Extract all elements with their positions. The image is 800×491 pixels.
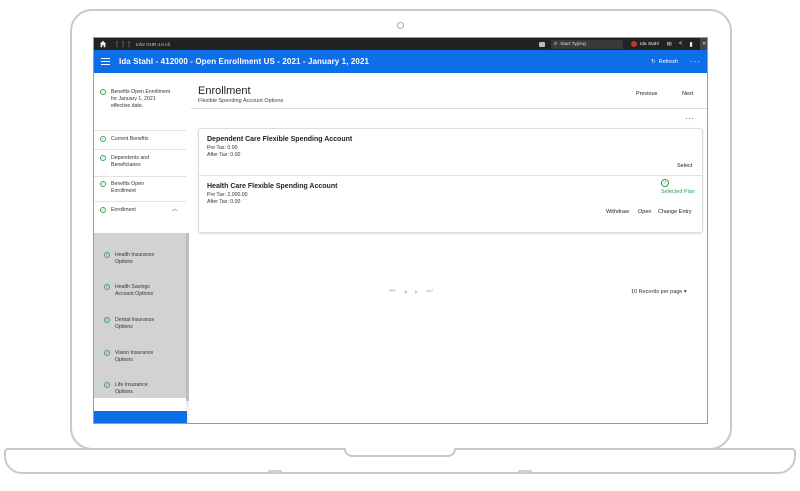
page-title: Enrollment [198,85,251,97]
previous-page-icon[interactable]: ◂ [403,288,407,296]
account-pre-tax: Pre Tax: 2,000.00 [207,192,248,198]
camera [397,22,404,29]
bookmark-box-icon[interactable] [538,41,545,47]
sidebar-item-open-enrollment[interactable]: ✓ Benefits Open Enrollment [94,181,186,195]
account-title: Dependent Care Flexible Spending Account [207,136,353,143]
sidebar-item-intro[interactable]: ✓ Benefits Open Enrollment for January 1… [94,89,186,110]
app-title: Infor GHR 4.0 All [136,41,170,47]
check-icon: ✓ [104,382,110,388]
sidebar-item-label: Benefits Open Enrollment [111,181,144,194]
page-subtitle: Flexible Spending Account Options [198,98,284,104]
refresh-button[interactable]: ↻ Refresh [651,59,678,65]
selected-check-icon: ✓ [661,179,669,187]
accounts-card: Dependent Care Flexible Spending Account… [198,128,703,233]
records-per-page-label: 10 Records per page [631,289,683,295]
app-screen: ⋮⋮⋮ Infor GHR 4.0 All ⌕ Start Typing Ida… [93,37,708,424]
sidebar-item-enrollment[interactable]: ✓ Enrollment ︿ [94,207,186,214]
sidebar-item-label: Vision Insurance Options [115,350,154,363]
next-button[interactable]: Next [682,91,693,97]
refresh-label: Refresh [658,58,678,65]
sidebar-item-label: Benefits Open Enrollment for January 1, … [111,89,171,109]
divider [199,175,702,176]
search-input[interactable]: ⌕ Start Typing [550,39,623,49]
laptop-notch [344,448,456,457]
caret-down-icon: ▾ [683,289,687,295]
main-content: Enrollment Flexible Spending Account Opt… [191,73,707,423]
hamburger-menu-icon[interactable] [101,58,110,65]
account-after-tax: After Tax: 0.00 [207,152,241,158]
sidebar-item-life[interactable]: ✓ Life Insurance Options [94,382,187,396]
sidebar-item-dental[interactable]: ✓ Dental Insurance Options [94,317,187,331]
first-page-icon[interactable]: ⏮ [389,288,395,296]
account-after-tax: After Tax: 0.00 [207,199,241,205]
divider [94,176,186,177]
check-icon: ✓ [104,350,110,356]
sidebar-item-health-insurance[interactable]: ✓ Health Insurance Options [94,252,187,266]
sidebar-item-label: Dental Insurance Options [115,317,155,330]
avatar[interactable] [630,41,637,47]
divider [94,130,186,131]
check-icon: ✓ [100,207,106,213]
records-per-page-select[interactable]: 10 Records per page ▾ [631,289,687,295]
home-icon[interactable] [99,40,107,48]
select-button[interactable]: Select [677,163,692,169]
mail-icon[interactable]: ✉ [667,41,672,48]
status-badge: Selected Plan [661,189,695,195]
sidebar-item-label: Dependents and Beneficiaries [111,155,150,168]
sidebar-item-label: Health Insurance Options [115,252,155,265]
withdraw-button[interactable]: Withdraw [606,209,629,215]
share-icon[interactable]: < [679,41,683,47]
more-options-icon[interactable]: ··· [685,114,695,123]
app-grid-icon[interactable]: ⋮⋮⋮ [114,41,132,48]
sidebar: ✓ Benefits Open Enrollment for January 1… [94,73,189,423]
pagination: ⏮ ◂ ▸ ⏭ [389,288,433,296]
user-name[interactable]: Ida Stahl [640,42,659,47]
more-options-icon[interactable]: ··· [690,57,701,66]
change-entry-button[interactable]: Change Entry [658,209,692,215]
sidebar-item-label: Enrollment [111,207,136,213]
check-icon: ✓ [104,317,110,323]
top-bar: ⋮⋮⋮ Infor GHR 4.0 All ⌕ Start Typing Ida… [94,38,707,50]
last-page-icon[interactable]: ⏭ [426,288,432,296]
search-placeholder: Start Typing [560,41,586,47]
sidebar-footer-bar [94,411,187,423]
bookmark-icon[interactable]: ▮ [689,41,692,48]
collapse-icon[interactable]: « [699,38,707,50]
divider [191,108,707,109]
sidebar-submenu: ✓ Health Insurance Options ✓ Health Savi… [94,233,187,398]
header-bar: Ida Stahl - 412000 - Open Enrollment US … [94,50,707,73]
check-icon: ✓ [104,284,110,290]
divider [94,201,186,202]
account-title: Health Care Flexible Spending Account [207,183,338,190]
sidebar-item-label: Life Insurance Options [115,382,148,395]
search-icon: ⌕ [553,40,558,47]
sidebar-item-hsa[interactable]: ✓ Health Savings Account Options [94,284,187,298]
page-header-title: Ida Stahl - 412000 - Open Enrollment US … [119,57,370,66]
laptop-foot [268,470,282,473]
check-icon: ✓ [100,155,106,161]
previous-button[interactable]: Previous [636,91,657,97]
sidebar-item-vision[interactable]: ✓ Vision Insurance Options [94,350,187,364]
sidebar-item-current-benefits[interactable]: ✓ Current Benefits [94,136,186,143]
check-icon: ✓ [100,181,106,187]
sidebar-item-label: Health Savings Account Options [115,284,154,297]
check-icon: ✓ [100,89,106,95]
refresh-icon: ↻ [651,58,656,65]
sidebar-scroll-thumb[interactable] [186,233,189,401]
check-icon: ✓ [104,252,110,258]
laptop-foot [518,470,532,473]
next-page-icon[interactable]: ▸ [415,288,419,296]
account-pre-tax: Pre Tax: 0.00 [207,145,238,151]
sidebar-item-dependents[interactable]: ✓ Dependents and Beneficiaries [94,155,186,169]
chevron-up-icon[interactable]: ︿ [172,207,178,214]
divider [94,149,186,150]
open-button[interactable]: Open [638,209,651,215]
check-icon: ✓ [100,136,106,142]
sidebar-item-label: Current Benefits [111,136,149,142]
